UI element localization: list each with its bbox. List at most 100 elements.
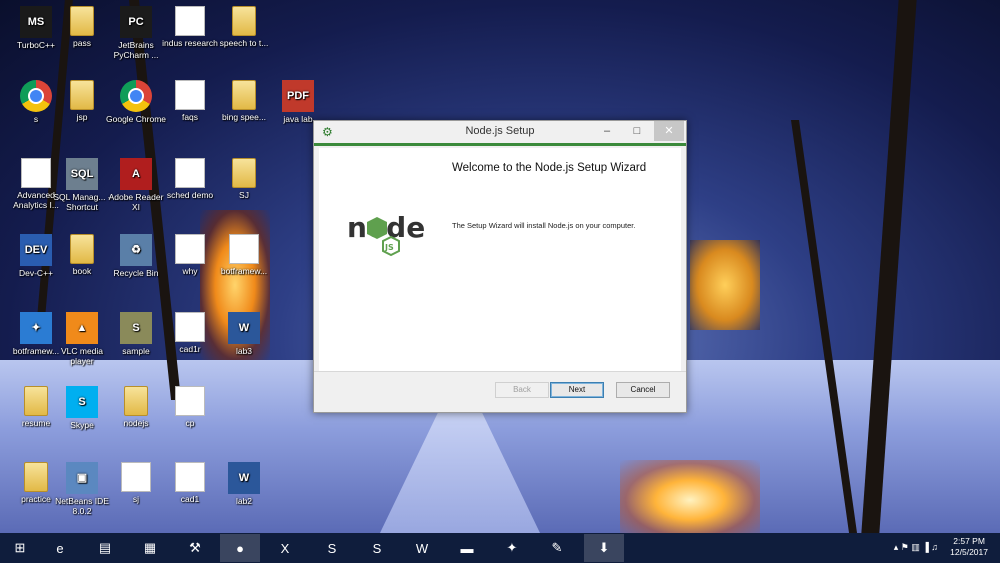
desktop-icon[interactable]: A Adobe Reader XI: [106, 158, 166, 212]
app-icon: W: [228, 312, 260, 344]
desktop-icon[interactable]: sched demo: [160, 158, 220, 200]
skype-icon[interactable]: S: [357, 534, 397, 562]
start-icon[interactable]: ⊞: [0, 534, 40, 562]
desktop-icon[interactable]: PC JetBrains PyCharm ...: [106, 6, 166, 60]
back-button[interactable]: Back: [495, 382, 549, 398]
bot-emulator-icon[interactable]: ✦: [492, 534, 532, 562]
desktop-icon[interactable]: ▣ NetBeans IDE 8.0.2: [52, 462, 112, 516]
folder-icon: [70, 80, 94, 110]
app-icon: PDF: [282, 80, 314, 112]
desktop-icon[interactable]: Wlab3: [214, 312, 274, 356]
cancel-button[interactable]: Cancel: [616, 382, 670, 398]
desktop-icon[interactable]: ▲ VLC media player: [52, 312, 112, 366]
next-button[interactable]: Next: [550, 382, 604, 398]
desktop-icon-label: Skype: [70, 420, 94, 430]
desktop-icon[interactable]: jsp: [52, 80, 112, 122]
excel-icon[interactable]: X: [265, 534, 305, 562]
app-icon: S: [66, 386, 98, 418]
app-icon: S: [120, 312, 152, 344]
desktop-icon[interactable]: indus research: [160, 6, 220, 48]
desktop-icon[interactable]: cad1: [160, 462, 220, 504]
desktop-icon[interactable]: sj: [106, 462, 166, 504]
desktop-icon[interactable]: book: [52, 234, 112, 276]
app-icon: DEV: [20, 234, 52, 266]
document-icon: [175, 80, 205, 110]
desktop-icon[interactable]: botframew...: [214, 234, 274, 276]
document-icon: [175, 234, 205, 264]
wizard-content: Welcome to the Node.js Setup Wizard node…: [319, 148, 681, 371]
word-icon[interactable]: W: [402, 534, 442, 562]
installer-icon[interactable]: ⬇: [584, 534, 624, 562]
app-icon: ✦: [20, 312, 52, 344]
desktop-icon[interactable]: Wlab2: [214, 462, 274, 506]
desktop-icon[interactable]: speech to t...: [214, 6, 274, 48]
maximize-button[interactable]: □: [622, 121, 652, 141]
desktop-icon[interactable]: SQL SQL Manag... - Shortcut: [52, 158, 112, 212]
desktop-icon-label: bing spee...: [222, 112, 266, 122]
desktop-icon[interactable]: S Skype: [52, 386, 112, 430]
desktop-icon[interactable]: why: [160, 234, 220, 276]
desktop-icon-label: Google Chrome: [106, 114, 167, 124]
desktop-icon[interactable]: pass: [52, 6, 112, 48]
desktop-icon-label: why: [182, 266, 198, 276]
desktop-icon-label: lab3: [235, 346, 253, 356]
desktop-icon[interactable]: faqs: [160, 80, 220, 122]
document-icon: [175, 6, 205, 36]
desktop-icon-label: SQL Manag... - Shortcut: [53, 192, 111, 212]
desktop-icon[interactable]: SJ: [214, 158, 274, 200]
desktop-icon-label: sched demo: [166, 190, 214, 200]
document-icon: [121, 462, 151, 492]
desktop-icon[interactable]: Google Chrome: [106, 80, 166, 124]
app-icon: ▣: [66, 462, 98, 494]
cmd-icon[interactable]: ▬: [447, 534, 487, 562]
folder-icon: [232, 6, 256, 36]
desktop-icon[interactable]: bing spee...: [214, 80, 274, 122]
file-explorer-icon[interactable]: ▤: [85, 534, 125, 562]
desktop-icon-label: JetBrains PyCharm ...: [113, 40, 159, 60]
desktop-icon[interactable]: Ssample: [106, 312, 166, 356]
chrome-icon[interactable]: ●: [220, 534, 260, 562]
wizard-heading: Welcome to the Node.js Setup Wizard: [452, 162, 647, 174]
desktop-icon-label: book: [72, 266, 92, 276]
app-icon: A: [120, 158, 152, 190]
close-button[interactable]: ✕: [654, 121, 684, 141]
desktop-icon-label: NetBeans IDE 8.0.2: [55, 496, 109, 516]
desktop-icon-label: speech to t...: [219, 38, 269, 48]
chrome-icon: [120, 80, 152, 112]
desktop-icon[interactable]: PDF java lab: [268, 80, 328, 124]
document-icon: [21, 158, 51, 188]
title-accent-bar: [314, 143, 686, 146]
folder-icon: [24, 386, 48, 416]
sublime-icon[interactable]: S: [312, 534, 352, 562]
folder-icon: [124, 386, 148, 416]
app-icon: W: [228, 462, 260, 494]
minimize-button[interactable]: –: [592, 121, 622, 141]
tray-icons[interactable]: ▴ ⚑ ▥ ▐ ♫: [894, 542, 938, 553]
internet-explorer-icon[interactable]: e: [40, 534, 80, 562]
desktop-icon-label: lab2: [235, 496, 253, 506]
desktop-icon[interactable]: cad1r: [160, 312, 220, 354]
desktop-icon-label: pass: [73, 38, 91, 48]
title-bar[interactable]: ⚙ Node.js Setup – □ ✕: [314, 121, 686, 143]
folder-icon: [232, 80, 256, 110]
app-icon: PC: [120, 6, 152, 38]
desktop-icon[interactable]: nodejs: [106, 386, 166, 428]
cabin-window-light: [690, 240, 760, 330]
app-icon: MS: [20, 6, 52, 38]
nodejs-setup-window: ⚙ Node.js Setup – □ ✕ Welcome to the Nod…: [313, 120, 687, 413]
document-icon: [175, 462, 205, 492]
folder-icon: [232, 158, 256, 188]
clock[interactable]: 2:57 PM 12/5/2017: [950, 536, 988, 558]
store-icon[interactable]: ▦: [130, 534, 170, 562]
paint-icon[interactable]: ✎: [537, 534, 577, 562]
desktop-icon[interactable]: ♻ Recycle Bin: [106, 234, 166, 278]
chrome-icon: [20, 80, 52, 112]
folder-icon: [24, 462, 48, 492]
app-icon: SQL: [66, 158, 98, 190]
desktop-icon-label: cad1: [180, 494, 200, 504]
desktop-icon-label: nodejs: [123, 418, 149, 428]
tools-icon[interactable]: ⚒: [175, 534, 215, 562]
desktop-icon[interactable]: cp: [160, 386, 220, 428]
desktop-icon-label: jsp: [76, 112, 88, 122]
desktop-icon-label: faqs: [181, 112, 199, 122]
